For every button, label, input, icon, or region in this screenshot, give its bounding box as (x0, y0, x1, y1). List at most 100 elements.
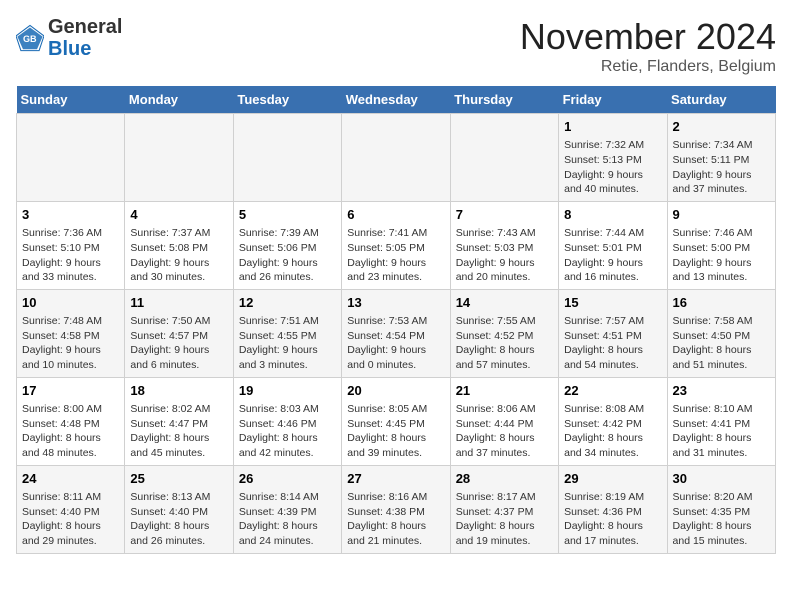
day-number: 11 (130, 294, 227, 312)
location: Retie, Flanders, Belgium (520, 58, 776, 76)
day-info: Sunrise: 7:41 AM Sunset: 5:05 PM Dayligh… (347, 226, 444, 285)
day-info: Sunrise: 8:20 AM Sunset: 4:35 PM Dayligh… (673, 490, 770, 549)
calendar-cell: 15 Sunrise: 7:57 AM Sunset: 4:51 PM Dayli… (559, 289, 667, 377)
day-number: 14 (456, 294, 553, 312)
day-number: 20 (347, 382, 444, 400)
day-info: Sunrise: 7:53 AM Sunset: 4:54 PM Dayligh… (347, 314, 444, 373)
calendar-cell: 26Sunrise: 8:14 AM Sunset: 4:39 PM Dayli… (233, 465, 341, 553)
day-info: Sunrise: 7:37 AM Sunset: 5:08 PM Dayligh… (130, 226, 227, 285)
weekday-header-cell: Saturday (667, 86, 775, 114)
day-number: 22 (564, 382, 661, 400)
day-number: 8 (564, 206, 661, 224)
day-info: Sunrise: 8:05 AM Sunset: 4:45 PM Dayligh… (347, 402, 444, 461)
day-info: Sunrise: 7:36 AM Sunset: 5:10 PM Dayligh… (22, 226, 119, 285)
day-number: 17 (22, 382, 119, 400)
calendar-cell: 8Sunrise: 7:44 AM Sunset: 5:01 PM Daylig… (559, 201, 667, 289)
calendar-week-row: 3 Sunrise: 7:36 AM Sunset: 5:10 PM Daylig… (17, 201, 776, 289)
calendar-cell: 16 Sunrise: 7:58 AM Sunset: 4:50 PM Dayli… (667, 289, 775, 377)
calendar-cell: 19 Sunrise: 8:03 AM Sunset: 4:46 PM Dayli… (233, 377, 341, 465)
calendar-cell: 22 Sunrise: 8:08 AM Sunset: 4:42 PM Dayli… (559, 377, 667, 465)
day-info: Sunrise: 7:32 AM Sunset: 5:13 PM Dayligh… (564, 138, 661, 197)
day-info: Sunrise: 7:58 AM Sunset: 4:50 PM Dayligh… (673, 314, 770, 373)
calendar-cell: 4Sunrise: 7:37 AM Sunset: 5:08 PM Daylig… (125, 201, 233, 289)
calendar-cell: 3 Sunrise: 7:36 AM Sunset: 5:10 PM Daylig… (17, 201, 125, 289)
calendar-cell: 2 Sunrise: 7:34 AM Sunset: 5:11 PM Daylig… (667, 114, 775, 202)
day-number: 7 (456, 206, 553, 224)
header: GB General Blue November 2024 Retie, Fla… (16, 16, 776, 76)
day-info: Sunrise: 8:16 AM Sunset: 4:38 PM Dayligh… (347, 490, 444, 549)
calendar-week-row: 24 Sunrise: 8:11 AM Sunset: 4:40 PM Dayli… (17, 465, 776, 553)
calendar-table: SundayMondayTuesdayWednesdayThursdayFrid… (16, 86, 776, 554)
day-info: Sunrise: 7:43 AM Sunset: 5:03 PM Dayligh… (456, 226, 553, 285)
calendar-cell: 13 Sunrise: 7:53 AM Sunset: 4:54 PM Dayli… (342, 289, 450, 377)
weekday-header: SundayMondayTuesdayWednesdayThursdayFrid… (17, 86, 776, 114)
weekday-header-cell: Thursday (450, 86, 558, 114)
day-info: Sunrise: 8:06 AM Sunset: 4:44 PM Dayligh… (456, 402, 553, 461)
calendar-cell: 28Sunrise: 8:17 AM Sunset: 4:37 PM Dayli… (450, 465, 558, 553)
day-number: 28 (456, 470, 553, 488)
svg-text:GB: GB (23, 34, 37, 44)
calendar-cell (125, 114, 233, 202)
day-info: Sunrise: 7:57 AM Sunset: 4:51 PM Dayligh… (564, 314, 661, 373)
calendar-cell: 23 Sunrise: 8:10 AM Sunset: 4:41 PM Dayli… (667, 377, 775, 465)
day-info: Sunrise: 7:51 AM Sunset: 4:55 PM Dayligh… (239, 314, 336, 373)
day-number: 13 (347, 294, 444, 312)
day-number: 21 (456, 382, 553, 400)
logo-icon: GB (16, 24, 44, 52)
calendar-cell: 25 Sunrise: 8:13 AM Sunset: 4:40 PM Dayli… (125, 465, 233, 553)
day-info: Sunrise: 7:46 AM Sunset: 5:00 PM Dayligh… (673, 226, 770, 285)
day-number: 1 (564, 118, 661, 136)
day-number: 2 (673, 118, 770, 136)
day-info: Sunrise: 8:10 AM Sunset: 4:41 PM Dayligh… (673, 402, 770, 461)
day-number: 24 (22, 470, 119, 488)
calendar-cell: 5Sunrise: 7:39 AM Sunset: 5:06 PM Daylig… (233, 201, 341, 289)
weekday-header-cell: Tuesday (233, 86, 341, 114)
month-title: November 2024 (520, 16, 776, 58)
calendar-cell: 24 Sunrise: 8:11 AM Sunset: 4:40 PM Dayli… (17, 465, 125, 553)
title-area: November 2024 Retie, Flanders, Belgium (520, 16, 776, 76)
day-info: Sunrise: 8:03 AM Sunset: 4:46 PM Dayligh… (239, 402, 336, 461)
day-number: 16 (673, 294, 770, 312)
calendar-cell (450, 114, 558, 202)
calendar-cell: 12 Sunrise: 7:51 AM Sunset: 4:55 PM Dayli… (233, 289, 341, 377)
day-number: 15 (564, 294, 661, 312)
calendar-cell: 6 Sunrise: 7:41 AM Sunset: 5:05 PM Daylig… (342, 201, 450, 289)
day-number: 19 (239, 382, 336, 400)
day-number: 9 (673, 206, 770, 224)
day-number: 27 (347, 470, 444, 488)
calendar-week-row: 1 Sunrise: 7:32 AM Sunset: 5:13 PM Daylig… (17, 114, 776, 202)
weekday-header-cell: Monday (125, 86, 233, 114)
day-info: Sunrise: 8:14 AM Sunset: 4:39 PM Dayligh… (239, 490, 336, 549)
calendar-week-row: 17Sunrise: 8:00 AM Sunset: 4:48 PM Dayli… (17, 377, 776, 465)
day-info: Sunrise: 7:55 AM Sunset: 4:52 PM Dayligh… (456, 314, 553, 373)
day-number: 25 (130, 470, 227, 488)
calendar-cell: 29Sunrise: 8:19 AM Sunset: 4:36 PM Dayli… (559, 465, 667, 553)
day-number: 12 (239, 294, 336, 312)
calendar-cell (342, 114, 450, 202)
day-number: 6 (347, 206, 444, 224)
day-number: 23 (673, 382, 770, 400)
calendar-cell: 20 Sunrise: 8:05 AM Sunset: 4:45 PM Dayli… (342, 377, 450, 465)
day-info: Sunrise: 8:11 AM Sunset: 4:40 PM Dayligh… (22, 490, 119, 549)
day-info: Sunrise: 7:48 AM Sunset: 4:58 PM Dayligh… (22, 314, 119, 373)
day-info: Sunrise: 7:50 AM Sunset: 4:57 PM Dayligh… (130, 314, 227, 373)
calendar-cell: 1 Sunrise: 7:32 AM Sunset: 5:13 PM Daylig… (559, 114, 667, 202)
calendar-cell: 27 Sunrise: 8:16 AM Sunset: 4:38 PM Dayli… (342, 465, 450, 553)
calendar-cell: 17Sunrise: 8:00 AM Sunset: 4:48 PM Dayli… (17, 377, 125, 465)
day-number: 10 (22, 294, 119, 312)
calendar-cell: 21 Sunrise: 8:06 AM Sunset: 4:44 PM Dayli… (450, 377, 558, 465)
day-info: Sunrise: 8:13 AM Sunset: 4:40 PM Dayligh… (130, 490, 227, 549)
day-info: Sunrise: 7:34 AM Sunset: 5:11 PM Dayligh… (673, 138, 770, 197)
day-info: Sunrise: 7:39 AM Sunset: 5:06 PM Dayligh… (239, 226, 336, 285)
calendar-cell: 14 Sunrise: 7:55 AM Sunset: 4:52 PM Dayli… (450, 289, 558, 377)
weekday-header-cell: Friday (559, 86, 667, 114)
day-number: 30 (673, 470, 770, 488)
calendar-cell (233, 114, 341, 202)
day-number: 3 (22, 206, 119, 224)
day-info: Sunrise: 8:08 AM Sunset: 4:42 PM Dayligh… (564, 402, 661, 461)
calendar-cell: 11 Sunrise: 7:50 AM Sunset: 4:57 PM Dayli… (125, 289, 233, 377)
weekday-header-cell: Wednesday (342, 86, 450, 114)
day-info: Sunrise: 8:02 AM Sunset: 4:47 PM Dayligh… (130, 402, 227, 461)
calendar-cell (17, 114, 125, 202)
calendar-cell: 18Sunrise: 8:02 AM Sunset: 4:47 PM Dayli… (125, 377, 233, 465)
